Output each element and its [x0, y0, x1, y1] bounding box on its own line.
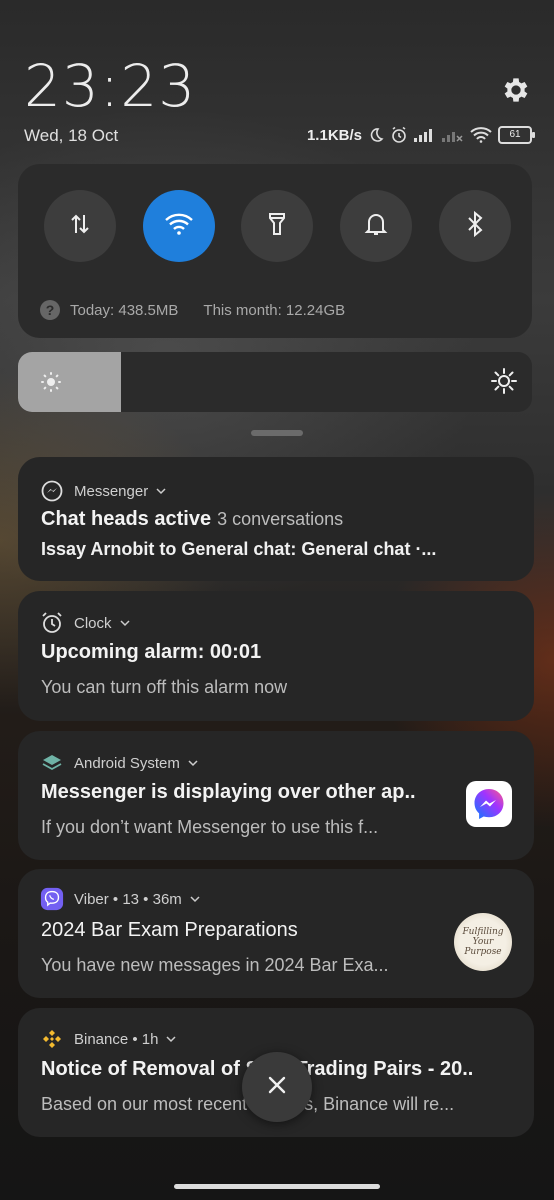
avatar-text: Fulfilling Your Purpose [462, 927, 504, 957]
notification-app-header: Viber • 13 • 36m [40, 887, 200, 911]
help-icon[interactable]: ? [40, 300, 60, 320]
binance-icon [40, 1027, 64, 1051]
notification-messenger[interactable]: Messenger Chat heads active 3 conversatio… [18, 457, 534, 581]
wifi-toggle[interactable] [143, 190, 215, 262]
notification-app-header: Binance • 1h [40, 1027, 177, 1051]
bell-icon [364, 211, 388, 242]
signal-off-icon [442, 128, 464, 142]
chevron-down-icon[interactable] [156, 486, 166, 496]
notification-title: 2024 Bar Exam Preparations [41, 919, 298, 941]
data-transfer-icon [67, 211, 93, 242]
moon-icon [368, 127, 384, 143]
quick-settings-panel: ? Today: 438.5MB This month: 12.24GB [18, 164, 532, 338]
data-today: Today: 438.5MB [70, 301, 179, 319]
notification-title: Upcoming alarm: 00:01 [41, 641, 262, 663]
chevron-down-icon[interactable] [166, 1034, 177, 1044]
notification-app-header: Android System [40, 751, 198, 775]
wifi-status-icon [470, 127, 492, 143]
date-label: Wed, 18 Oct [24, 126, 119, 145]
notification-viber[interactable]: Viber • 13 • 36m 2024 Bar Exam Preparati… [18, 869, 534, 998]
notification-body: Issay Arnobit to General chat: General c… [41, 539, 437, 559]
sound-toggle[interactable] [340, 190, 412, 262]
brightness-high-icon [490, 367, 518, 400]
notification-android-system[interactable]: Android System Messenger is displaying o… [18, 731, 534, 860]
viber-icon [40, 887, 64, 911]
notification-title: Chat heads active 3 conversations [41, 508, 344, 530]
notification-app-header: Messenger [40, 479, 166, 503]
android-system-layers-icon [40, 751, 64, 775]
notification-body: You have new messages in 2024 Bar Exa... [41, 955, 389, 975]
battery-icon: 61 [498, 126, 535, 144]
data-usage: ? Today: 438.5MB This month: 12.24GB [40, 300, 345, 320]
bluetooth-toggle[interactable] [439, 190, 511, 262]
notification-title-sub: 3 conversations [217, 509, 344, 529]
notification-clock[interactable]: Clock Upcoming alarm: 00:01 You can turn… [18, 591, 534, 721]
chevron-down-icon[interactable] [119, 618, 130, 628]
notification-app-header: Clock [40, 611, 130, 635]
home-indicator[interactable] [174, 1184, 380, 1189]
app-name: Viber • 13 • 36m [74, 890, 182, 908]
messenger-app-icon [466, 781, 512, 827]
group-avatar: Fulfilling Your Purpose [454, 913, 512, 971]
mobile-data-toggle[interactable] [44, 190, 116, 262]
messenger-icon [40, 479, 64, 503]
clock-time: 23:23 [24, 52, 197, 120]
flashlight-icon [265, 210, 289, 243]
data-month: This month: 12.24GB [203, 301, 346, 319]
close-icon [266, 1074, 288, 1101]
app-name: Messenger [74, 482, 149, 500]
notification-body: You can turn off this alarm now [41, 677, 288, 697]
signal-icon [414, 128, 436, 142]
alarm-clock-icon [40, 611, 64, 635]
settings-gear-icon[interactable] [500, 74, 532, 106]
bluetooth-icon [465, 210, 485, 242]
alarm-icon [390, 126, 408, 144]
wifi-icon [164, 212, 194, 241]
brightness-low-icon [40, 371, 62, 398]
clear-all-button[interactable] [242, 1052, 312, 1122]
app-name: Clock [74, 614, 112, 632]
chevron-down-icon[interactable] [188, 758, 198, 768]
brightness-slider[interactable] [18, 352, 532, 412]
network-speed: 1.1KB/s [306, 126, 362, 144]
notification-body: If you don’t want Messenger to use this … [41, 817, 379, 837]
chevron-down-icon[interactable] [190, 894, 200, 904]
notification-title: Messenger is displaying over other ap.. [41, 781, 416, 803]
status-bar: 1.1KB/s 61 [306, 124, 535, 146]
app-name: Binance • 1h [74, 1030, 159, 1048]
app-name: Android System [74, 754, 180, 772]
flashlight-toggle[interactable] [241, 190, 313, 262]
panel-drag-handle[interactable] [251, 430, 303, 436]
brightness-fill [18, 352, 121, 412]
